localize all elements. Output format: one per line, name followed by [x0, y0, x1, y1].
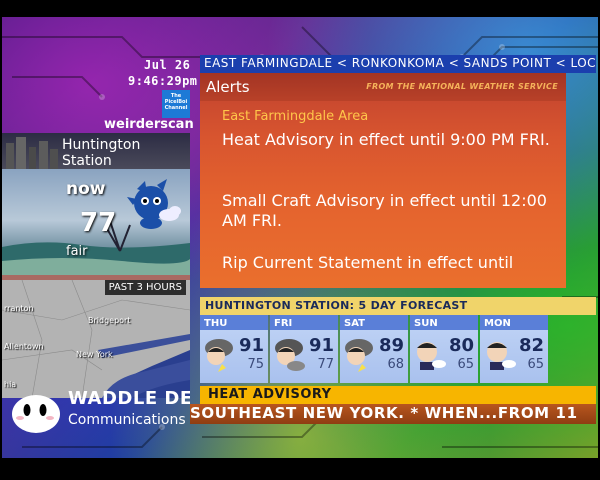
- day-name: SAT: [344, 318, 365, 329]
- day-low: 65: [527, 357, 544, 372]
- day-high: 82: [518, 335, 544, 356]
- day-high: 89: [378, 335, 404, 356]
- alerts-header: Alerts FROM THE NATIONAL WEATHER SERVICE: [200, 73, 566, 101]
- current-temperature: 77: [80, 208, 117, 238]
- logo-line-3: Channel: [164, 105, 188, 111]
- day-name: MON: [484, 318, 511, 329]
- day-low: 75: [247, 357, 264, 372]
- day-low: 77: [317, 357, 334, 372]
- current-condition: fair: [66, 244, 88, 259]
- channel-logo: The PicelBoi Channel: [162, 90, 190, 118]
- radar-map: PAST 3 HOURS rranton Bridgeport Allentow…: [2, 280, 190, 398]
- day-name: FRI: [274, 318, 293, 329]
- alert-small-craft-advisory: Small Craft Advisory in effect until 12:…: [222, 191, 547, 230]
- day-high: 91: [238, 335, 264, 356]
- forecast-day-sat: SAT 89 68: [340, 315, 408, 383]
- map-place-bridgeport: Bridgeport: [88, 316, 131, 325]
- alerts-title: Alerts: [206, 78, 250, 96]
- partly-cloudy-character-icon: [487, 342, 516, 370]
- map-place-allentown: Allentown: [4, 342, 44, 351]
- channel-title: WADDLE DEE: [68, 388, 190, 409]
- date-display: Jul 26: [144, 58, 191, 72]
- alerts-panel: Alerts FROM THE NATIONAL WEATHER SERVICE…: [200, 73, 566, 288]
- city-line-2: Station: [62, 153, 112, 169]
- map-place-new-york: New York: [76, 350, 113, 359]
- storm-character-icon: [345, 339, 373, 372]
- waddle-dee-face-icon: [12, 395, 60, 433]
- ticker-header: HEAT ADVISORY: [200, 386, 596, 404]
- skyline-image: [6, 137, 58, 169]
- ticker-label: HEAT ADVISORY: [208, 387, 332, 402]
- forecast-day-sun: SUN 80 65: [410, 315, 478, 383]
- map-place-scranton: rranton: [4, 304, 34, 313]
- alerts-source: FROM THE NATIONAL WEATHER SERVICE: [366, 82, 558, 91]
- city-scroller-text: EAST FARMINGDALE < RONKONKOMA < SANDS PO…: [204, 56, 596, 70]
- radar-timeframe-label: PAST 3 HOURS: [104, 280, 186, 295]
- channel-subtitle: Communications: [68, 412, 186, 428]
- ticker-text: SOUTHEAST NEW YORK. * WHEN...FROM 11: [190, 404, 578, 422]
- storm-character-icon: [275, 339, 305, 371]
- forecast-header: HUNTINGTON STATION: 5 DAY FORECAST: [200, 297, 596, 315]
- day-low: 65: [457, 357, 474, 372]
- city-scroller: EAST FARMINGDALE < RONKONKOMA < SANDS PO…: [200, 55, 596, 73]
- day-high: 80: [448, 335, 474, 356]
- forecast-day-thu: THU 91 75: [200, 315, 268, 383]
- now-label: now: [66, 179, 106, 199]
- forecast-day-fri: FRI 91 77: [270, 315, 338, 383]
- brand-name: weirderscan: [104, 117, 194, 132]
- five-day-forecast: THU 91 75 FRI 91 77 SAT 89 68 SUN 80 65 …: [200, 315, 596, 383]
- day-low: 68: [387, 357, 404, 372]
- ticker-bar: SOUTHEAST NEW YORK. * WHEN...FROM 11: [190, 404, 596, 424]
- current-conditions-panel: Huntington Station now 77 fair: [2, 133, 190, 283]
- cartoon-character-cloud-icon: [127, 179, 181, 229]
- storm-character-icon: [205, 339, 233, 372]
- current-conditions-header: Huntington Station: [2, 133, 190, 169]
- alert-heat-advisory: Heat Advisory in effect until 9:00 PM FR…: [222, 130, 550, 149]
- day-name: SUN: [414, 318, 438, 329]
- city-line-1: Huntington: [62, 137, 141, 153]
- day-name: THU: [204, 318, 228, 329]
- alerts-area: East Farmingdale Area: [222, 109, 369, 124]
- alert-rip-current: Rip Current Statement in effect until: [222, 253, 514, 272]
- weather-screen: Jul 26 9:46:29pm The PicelBoi Channel we…: [0, 0, 600, 480]
- time-display: 9:46:29pm: [128, 74, 198, 88]
- forecast-title: HUNTINGTON STATION: 5 DAY FORECAST: [205, 299, 468, 312]
- day-high: 91: [308, 335, 334, 356]
- current-city-name: Huntington Station: [62, 137, 140, 169]
- radar-map-image: [2, 280, 190, 398]
- forecast-day-mon: MON 82 65: [480, 315, 548, 383]
- partly-cloudy-character-icon: [417, 342, 446, 370]
- channel-block: WADDLE DEE Communications: [2, 388, 190, 434]
